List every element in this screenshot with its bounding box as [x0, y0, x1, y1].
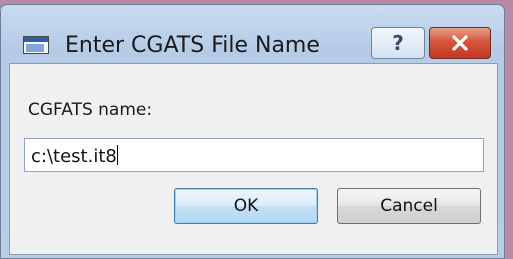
ok-button[interactable]: OK: [174, 188, 318, 224]
dialog-window: Enter CGATS File Name ? CGFATS name: c:\…: [0, 4, 505, 259]
cancel-button[interactable]: Cancel: [337, 188, 481, 224]
input-value: c:\test.it8: [31, 146, 117, 167]
dialog-title: Enter CGATS File Name: [65, 33, 320, 58]
text-caret: [116, 145, 118, 165]
cgats-name-input[interactable]: c:\test.it8: [24, 138, 484, 172]
title-bar[interactable]: Enter CGATS File Name ?: [1, 5, 504, 65]
window-app-icon: [23, 36, 49, 54]
close-button[interactable]: [429, 27, 491, 59]
field-label: CGFATS name:: [28, 100, 153, 120]
help-button[interactable]: ?: [371, 27, 425, 59]
close-icon: [452, 35, 468, 51]
dialog-body: CGFATS name: c:\test.it8 OK Cancel: [9, 63, 498, 255]
help-icon: ?: [392, 31, 404, 55]
